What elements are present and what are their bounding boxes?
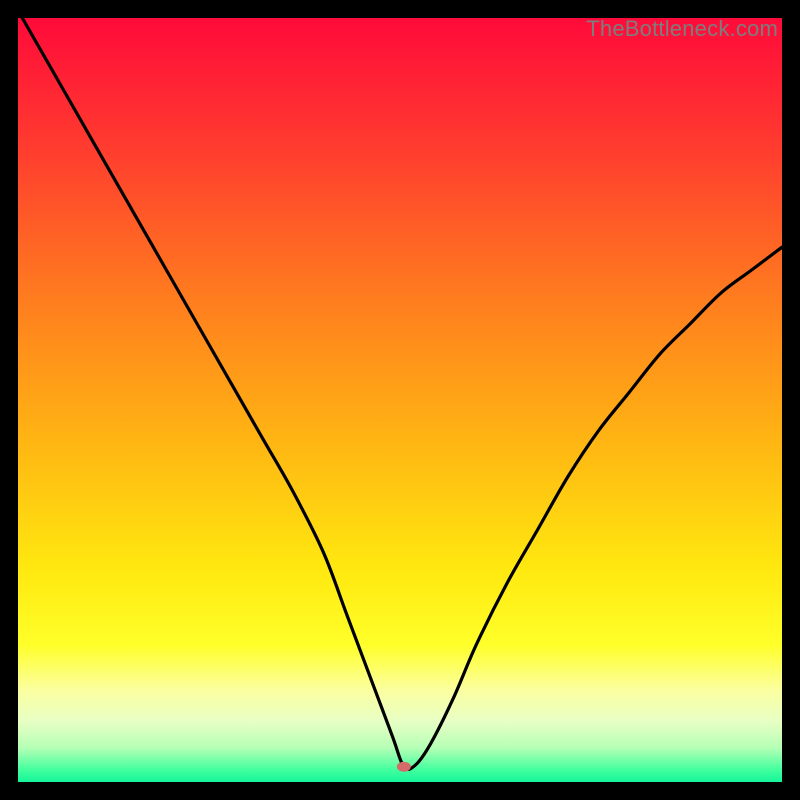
- bottleneck-chart: [18, 18, 782, 782]
- chart-frame: TheBottleneck.com: [18, 18, 782, 782]
- optimum-marker: [397, 762, 411, 772]
- watermark-text: TheBottleneck.com: [586, 16, 778, 42]
- gradient-background: [18, 18, 782, 782]
